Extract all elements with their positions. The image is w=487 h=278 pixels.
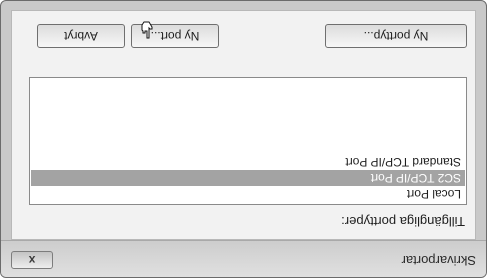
- available-port-types-label: Tillgängliga porttyper:: [341, 214, 465, 229]
- title-bar: Skrivarportar x: [1, 240, 486, 277]
- port-types-list[interactable]: Local Port SC2 TCP/IP Port Standard TCP/…: [29, 77, 467, 205]
- list-item-sc2-tcpip-port[interactable]: SC2 TCP/IP Port: [31, 170, 465, 186]
- cancel-button[interactable]: Avbryt: [37, 24, 125, 48]
- list-item-local-port[interactable]: Local Port: [31, 186, 465, 202]
- dialog-title: Skrivarportar: [401, 253, 476, 268]
- new-port-type-button[interactable]: Ny porttyp...: [325, 24, 467, 48]
- list-item-standard-tcpip-port[interactable]: Standard TCP/IP Port: [31, 154, 465, 170]
- rotated-stage: Skrivarportar x Tillgängliga porttyper: …: [0, 0, 487, 278]
- hand-pointer-icon: [141, 21, 153, 39]
- dialog-content: Tillgängliga porttyper: Local Port SC2 T…: [11, 10, 476, 240]
- close-button[interactable]: x: [11, 251, 53, 269]
- printer-ports-dialog: Skrivarportar x Tillgängliga porttyper: …: [0, 0, 487, 278]
- close-icon: x: [28, 253, 36, 267]
